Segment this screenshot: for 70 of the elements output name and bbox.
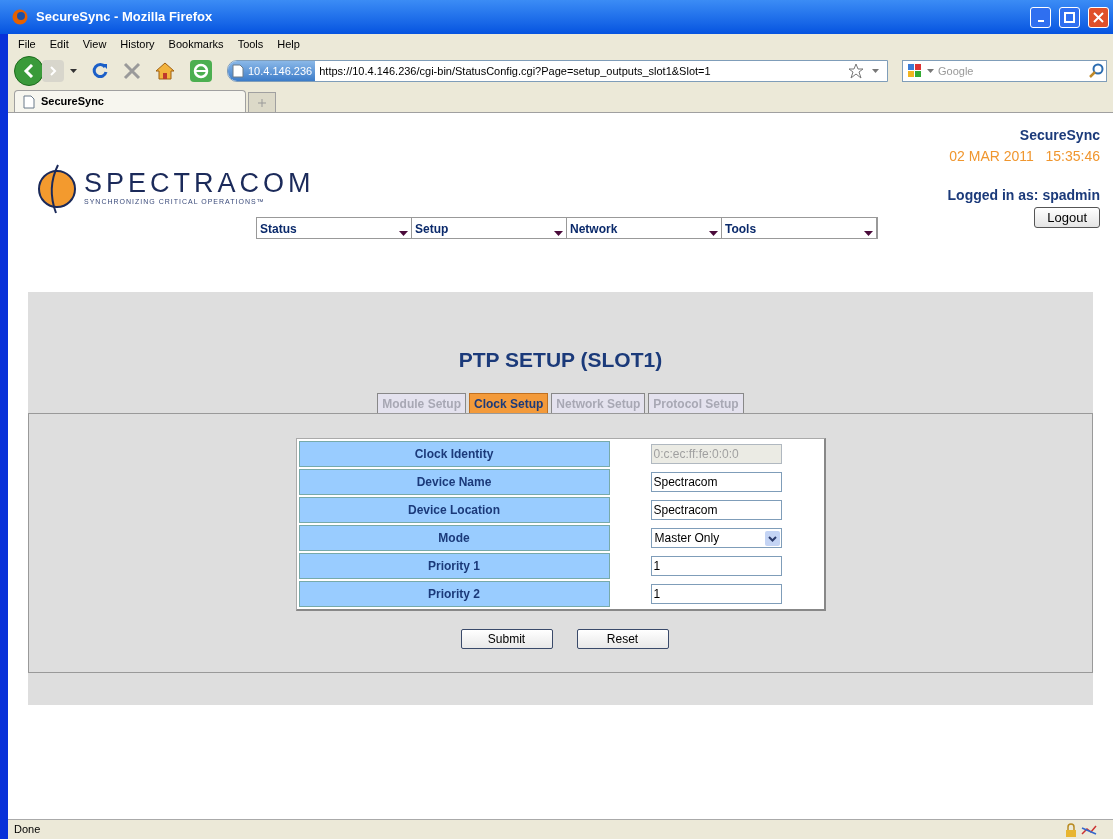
minimize-button[interactable] bbox=[1030, 6, 1051, 28]
page-icon bbox=[23, 94, 35, 109]
logo-text: SPECTRACOM bbox=[84, 170, 315, 198]
page-icon bbox=[232, 64, 244, 78]
field-label: Device Name bbox=[298, 469, 610, 495]
text-field[interactable]: Spectracom bbox=[650, 500, 782, 520]
logout-button[interactable]: Logout bbox=[1034, 207, 1100, 228]
date-time: 02 MAR 2011 15:35:46 bbox=[949, 147, 1100, 166]
maximize-icon bbox=[1064, 11, 1075, 23]
dropdown-arrow-icon[interactable] bbox=[872, 69, 879, 73]
nav-menu[interactable]: Network bbox=[567, 218, 722, 238]
star-icon[interactable] bbox=[848, 63, 864, 79]
status-text: Done bbox=[14, 822, 41, 838]
logo-icon bbox=[36, 163, 78, 215]
home-icon[interactable] bbox=[155, 62, 175, 80]
site-text: 10.4.146.236 bbox=[248, 63, 313, 79]
browser-tab[interactable]: SecureSync bbox=[14, 90, 246, 112]
caret-icon bbox=[399, 231, 408, 236]
minimize-icon bbox=[1037, 20, 1044, 22]
caret-icon bbox=[864, 231, 873, 236]
menu-item[interactable]: Help bbox=[277, 35, 300, 53]
menu-item[interactable]: Tools bbox=[237, 35, 264, 53]
menu-item[interactable]: View bbox=[82, 35, 107, 53]
maximize-button[interactable] bbox=[1059, 6, 1080, 28]
form-button[interactable]: Submit bbox=[460, 629, 553, 649]
url-text: https://10.4.146.236/cgi-bin/StatusConfig.cgi?Page=setup_outputs_slot1&Slot=1 bbox=[319, 63, 712, 79]
text-field[interactable]: 1 bbox=[650, 556, 782, 576]
caret-icon bbox=[554, 231, 563, 236]
search-icon[interactable] bbox=[1088, 63, 1104, 79]
field-label: Priority 2 bbox=[298, 581, 610, 607]
firefox-icon bbox=[12, 9, 28, 25]
chevron-left-icon bbox=[23, 64, 35, 78]
menu-item[interactable]: Bookmarks bbox=[168, 35, 224, 53]
login-status: Logged in as: spadmin bbox=[947, 186, 1100, 205]
setup-tab[interactable]: Clock Setup bbox=[468, 393, 549, 413]
back-button[interactable] bbox=[14, 56, 44, 86]
page-title: PTP SETUP (SLOT1) bbox=[458, 347, 663, 373]
menu-item[interactable]: Edit bbox=[49, 35, 69, 53]
close-icon bbox=[1093, 11, 1104, 23]
plus-icon bbox=[258, 98, 266, 107]
text-field[interactable]: 1 bbox=[650, 584, 782, 604]
nav-menu[interactable]: Setup bbox=[412, 218, 567, 238]
chevron-icon[interactable] bbox=[764, 530, 780, 546]
menu-item[interactable]: History bbox=[120, 35, 155, 53]
caret-icon bbox=[709, 231, 718, 236]
search-field[interactable]: Google bbox=[938, 62, 1088, 80]
menu-item[interactable]: File bbox=[18, 35, 36, 53]
search-engine-icon[interactable] bbox=[907, 63, 923, 79]
chevron-right-icon bbox=[49, 66, 57, 76]
nav-menu[interactable]: Status bbox=[257, 218, 412, 238]
field-label: Device Location bbox=[298, 497, 610, 523]
stop-icon[interactable] bbox=[123, 62, 141, 80]
close-button[interactable] bbox=[1088, 6, 1109, 28]
graph-icon bbox=[1081, 823, 1097, 836]
nav-menu[interactable]: Tools bbox=[722, 218, 877, 238]
padlock-icon bbox=[1065, 822, 1077, 837]
dropdown-arrow-icon[interactable] bbox=[927, 69, 934, 73]
field-label: Priority 1 bbox=[298, 553, 610, 579]
address-bar[interactable]: 10.4.146.236 https://10.4.146.236/cgi-bin/StatusConfig.cgi?Page=setup_outputs_slot1&Slot=1 bbox=[227, 60, 888, 82]
dropdown-arrow-icon[interactable] bbox=[70, 69, 77, 73]
window-title: SecureSync - Mozilla Firefox bbox=[36, 8, 214, 27]
product-name: SecureSync bbox=[1019, 126, 1100, 145]
mode-select[interactable]: Master Only bbox=[650, 528, 782, 548]
field-label: Clock Identity bbox=[298, 441, 610, 467]
text-field[interactable]: Spectracom bbox=[650, 472, 782, 492]
form-button[interactable]: Reset bbox=[576, 629, 669, 649]
reload-icon[interactable] bbox=[91, 62, 109, 80]
field-label: Mode bbox=[298, 525, 610, 551]
sync-icon[interactable] bbox=[189, 59, 213, 83]
search-box[interactable]: Google bbox=[902, 60, 1107, 82]
